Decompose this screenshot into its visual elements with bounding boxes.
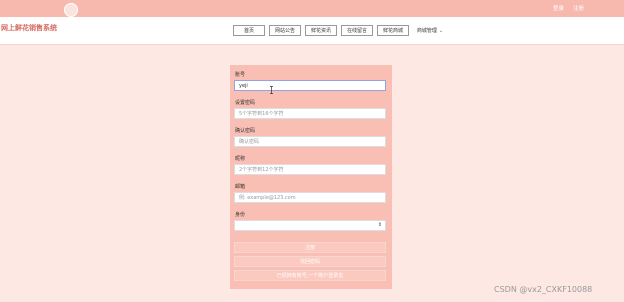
nav-flower-news[interactable]: 鲜花资讯 — [305, 25, 337, 36]
register-link[interactable]: 注册 — [573, 4, 584, 12]
confirm-password-input[interactable] — [234, 136, 386, 147]
password-label: 设置密码 — [235, 100, 256, 106]
nav-home[interactable]: 首页 — [233, 25, 265, 36]
confirm-password-label: 确认密码 — [235, 128, 256, 134]
role-label: 身份 — [235, 212, 246, 218]
site-title: 网上鲜花销售系统 — [1, 24, 57, 32]
email-input[interactable] — [234, 192, 386, 203]
nickname-label: 昵称 — [235, 156, 246, 162]
text-cursor-icon — [270, 86, 273, 94]
nav-shop[interactable]: 鲜花商城 — [377, 25, 409, 36]
role-select[interactable]: ⇕ — [234, 220, 386, 231]
chevron-down-icon: ⌄ — [438, 27, 444, 34]
site-header: 网上鲜花销售系统 首页 网站公告 鲜花资讯 在线留言 鲜花商城 商城管理 ⌄ — [0, 17, 624, 45]
nav-shop-admin[interactable]: 商城管理 ⌄ — [413, 25, 447, 36]
top-bar: 登录 注册 — [0, 0, 624, 17]
go-login-link[interactable]: 已经拥有账号,一个账户登录去 — [234, 270, 386, 281]
password-input[interactable] — [234, 108, 386, 119]
chevron-updown-icon: ⇕ — [377, 222, 382, 228]
register-form: 账号 设置密码 确认密码 昵称 邮箱 身份 ⇕ 注册 找回密码 已经拥有账号,一… — [230, 65, 392, 289]
forgot-password-button[interactable]: 找回密码 — [234, 256, 386, 267]
user-avatar-icon[interactable] — [64, 3, 78, 17]
nav-messages[interactable]: 在线留言 — [341, 25, 373, 36]
watermark: CSDN @vx2_CXKF10088 — [494, 285, 593, 294]
register-button[interactable]: 注册 — [234, 242, 386, 253]
account-input[interactable] — [234, 80, 386, 91]
nickname-input[interactable] — [234, 164, 386, 175]
nav-announcements[interactable]: 网站公告 — [269, 25, 301, 36]
login-link[interactable]: 登录 — [553, 4, 564, 12]
account-label: 账号 — [235, 72, 246, 78]
email-label: 邮箱 — [235, 184, 246, 190]
